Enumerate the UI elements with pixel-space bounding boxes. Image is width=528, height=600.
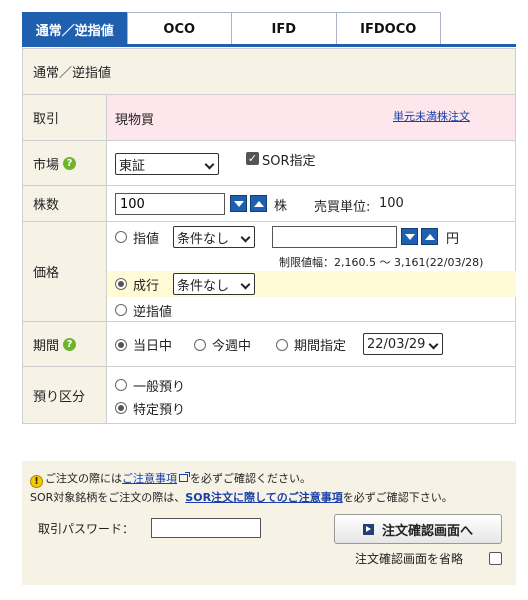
notice-line-2: SOR対象銘柄をご注文の際は、SOR注文に際してのご注意事項を必ずご確認下さい。 [30, 489, 453, 505]
tab-ifdoco[interactable]: IFDOCO [335, 12, 441, 45]
price-limit-range: 制限値幅：2,160.5 ～ 3,161(22/03/28) [279, 256, 484, 269]
market-label-text: 市場 [33, 157, 60, 173]
trade-password-input[interactable] [151, 518, 261, 538]
limit-price-input[interactable] [272, 226, 397, 248]
quantity-decrement-button[interactable] [230, 195, 247, 212]
tab-normal-stop[interactable]: 通常／逆指値 [22, 12, 128, 45]
precautions-link[interactable]: ご注意事項 [122, 472, 177, 485]
quantity-value-cell: 株 売買単位: 100 [107, 186, 515, 221]
limit-label: 指値 [133, 232, 160, 247]
period-value-cell: 当日中 今週中 期間指定 22/03/29 [107, 322, 515, 366]
custody-value-cell: 一般預り 特定預り [107, 367, 515, 423]
order-confirm-button[interactable]: 注文確認画面へ [334, 514, 502, 544]
period-specify-label: 期間指定 [294, 339, 347, 354]
quantity-increment-button[interactable] [250, 195, 267, 212]
stop-order-radio[interactable] [115, 304, 127, 316]
limit-condition-value: 条件なし [177, 231, 230, 247]
period-this-week-label: 今週中 [212, 339, 252, 354]
order-confirm-button-label: 注文確認画面へ [381, 523, 473, 539]
arrow-up-icon [253, 200, 264, 207]
limit-radio[interactable] [115, 231, 127, 243]
sor-precautions-link[interactable]: SOR注文に際してのご注意事項 [185, 491, 342, 504]
period-label-text: 期間 [33, 338, 60, 354]
market-select[interactable]: 東証 [115, 153, 219, 175]
market-label: 市場 ? [23, 141, 107, 185]
tabs-underline [22, 44, 516, 47]
lot-label: 売買単位: [314, 200, 371, 215]
notice-line-1: ! ご注文の際にはご注意事項 を必ずご確認ください。 [30, 470, 311, 488]
notice-line-2-post: を必ずご確認下さい。 [342, 491, 453, 504]
period-date-value: 22/03/29 [367, 336, 426, 352]
price-label-text: 価格 [33, 266, 60, 281]
market-condition-select[interactable]: 条件なし [173, 273, 255, 295]
price-row: 価格 指値 条件なし 円 制限値幅：2,160.5 ～ 3,161(22/03/… [23, 222, 516, 322]
notice-line-1-pre: ご注文の際には [45, 472, 122, 485]
trade-label-text: 取引 [33, 112, 60, 127]
custody-general-radio[interactable] [115, 379, 127, 391]
custody-general-label: 一般預り [133, 380, 186, 395]
quantity-unit: 株 [274, 199, 288, 214]
arrow-down-icon [404, 233, 415, 240]
arrow-up-icon [424, 233, 435, 240]
quantity-row: 株数 株 売買単位: 100 [23, 186, 515, 222]
order-notice-panel: ! ご注文の際にはご注意事項 を必ずご確認ください。 SOR対象銘柄をご注文の際は、… [22, 461, 516, 585]
sor-checkbox[interactable]: ✓ [246, 152, 259, 165]
skip-confirm-checkbox[interactable] [489, 552, 502, 565]
trade-value-cell: 現物買 単元未満株注文 [107, 95, 515, 140]
price-increment-button[interactable] [421, 228, 438, 245]
trade-row: 取引 現物買 単元未満株注文 [23, 95, 515, 141]
market-condition-value: 条件なし [177, 278, 230, 294]
tab-ifd[interactable]: IFD [231, 12, 337, 45]
price-label: 価格 [23, 222, 107, 321]
quantity-input[interactable] [115, 193, 225, 215]
order-form: 通常／逆指値 取引 現物買 単元未満株注文 市場 ? 東証 ✓ SOR指定 株数… [22, 48, 516, 424]
market-select-value: 東証 [119, 158, 146, 174]
lot-value: 100 [379, 196, 404, 211]
period-this-week-radio[interactable] [194, 339, 206, 351]
period-row: 期間 ? 当日中 今週中 期間指定 22/03/29 [23, 322, 515, 367]
question-circle-icon[interactable]: ? [63, 337, 77, 351]
market-order-label: 成行 [133, 279, 160, 294]
section-title-text: 通常／逆指値 [33, 66, 112, 81]
price-value-cell: 指値 条件なし 円 制限値幅：2,160.5 ～ 3,161(22/03/28)… [107, 222, 516, 321]
skip-confirm-label: 注文確認画面を省略 [355, 552, 464, 566]
sor-label: SOR指定 [262, 154, 316, 169]
notice-line-1-post: を必ずご確認ください。 [190, 472, 311, 485]
period-label: 期間 ? [23, 322, 107, 366]
custody-row: 預り区分 一般預り 特定預り [23, 367, 515, 423]
stop-order-label: 逆指値 [133, 305, 173, 320]
market-value-cell: 東証 ✓ SOR指定 [107, 141, 515, 185]
notice-line-2-pre: SOR対象銘柄をご注文の際は、 [30, 491, 186, 504]
odd-lot-order-link[interactable]: 単元未満株注文 [393, 108, 470, 124]
trade-value: 現物買 [115, 113, 155, 128]
tab-oco[interactable]: OCO [126, 12, 232, 45]
quantity-label: 株数 [23, 186, 107, 221]
password-label: 取引パスワード： [38, 522, 135, 536]
custody-specific-radio[interactable] [115, 402, 127, 414]
custody-label: 預り区分 [23, 367, 107, 423]
price-decrement-button[interactable] [401, 228, 418, 245]
period-date-select[interactable]: 22/03/29 [363, 333, 443, 355]
custody-specific-label: 特定預り [133, 403, 186, 418]
play-icon [362, 523, 374, 535]
exclamation-icon: ! [30, 475, 43, 488]
trade-label: 取引 [23, 95, 107, 140]
custody-label-text: 預り区分 [33, 389, 86, 405]
period-today-radio[interactable] [115, 339, 127, 351]
market-row: 市場 ? 東証 ✓ SOR指定 [23, 141, 515, 186]
period-today-label: 当日中 [133, 339, 173, 354]
quantity-label-text: 株数 [33, 198, 60, 213]
period-specify-radio[interactable] [276, 339, 288, 351]
section-title: 通常／逆指値 [23, 49, 515, 95]
order-type-tabs: 通常／逆指値 OCO IFD IFDOCO [22, 12, 441, 45]
limit-condition-select[interactable]: 条件なし [173, 226, 255, 248]
external-link-icon [179, 472, 190, 482]
market-order-highlight [107, 271, 516, 297]
question-circle-icon[interactable]: ? [63, 156, 77, 170]
yen-unit: 円 [446, 232, 460, 247]
market-order-radio[interactable] [115, 278, 127, 290]
arrow-down-icon [233, 200, 244, 207]
